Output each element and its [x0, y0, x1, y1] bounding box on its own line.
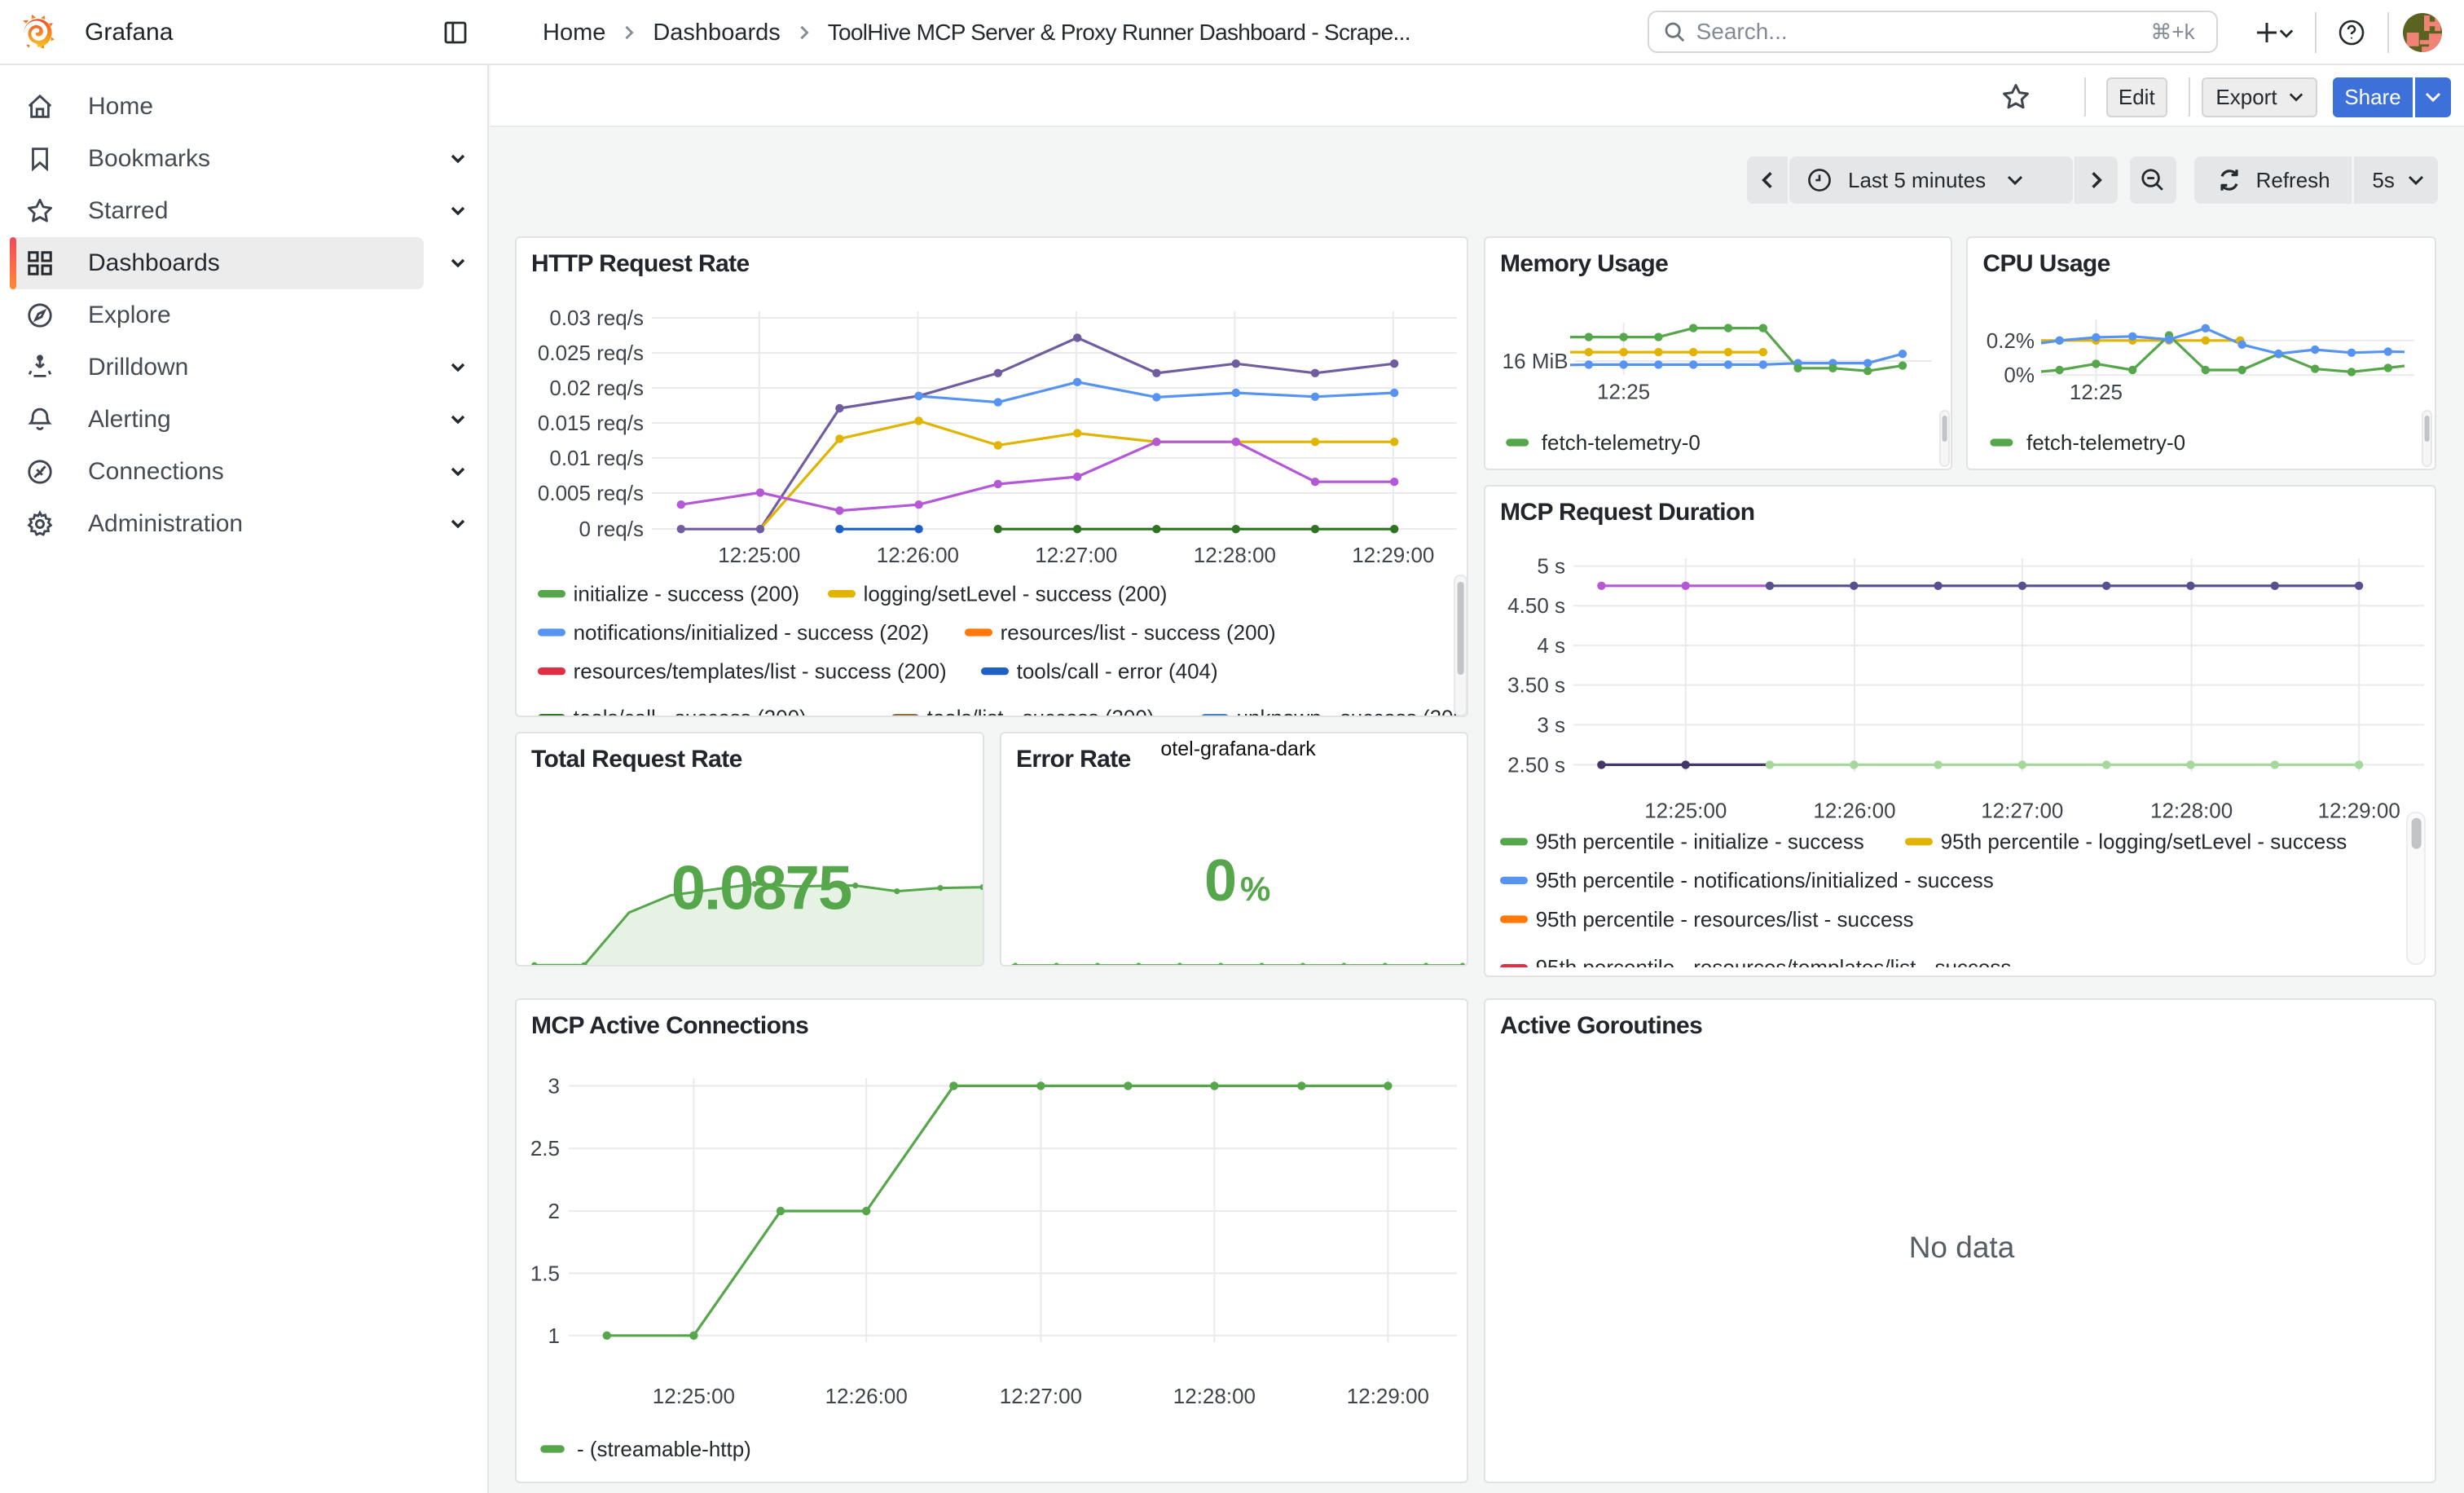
svg-text:1.5: 1.5 [530, 1262, 560, 1286]
svg-text:12:26:00: 12:26:00 [1813, 799, 1895, 823]
svg-text:12:25:00: 12:25:00 [1644, 799, 1727, 823]
svg-text:3: 3 [548, 1074, 560, 1099]
svg-text:0.025 req/s: 0.025 req/s [538, 341, 644, 365]
svg-text:1: 1 [548, 1323, 560, 1348]
svg-text:95th percentile - initialize -: 95th percentile - initialize - success [1536, 830, 1864, 854]
svg-text:16 MiB: 16 MiB [1503, 349, 1569, 373]
svg-text:12:26:00: 12:26:00 [877, 543, 959, 567]
svg-text:0.02 req/s: 0.02 req/s [549, 376, 644, 400]
svg-text:0%: 0% [2004, 363, 2035, 387]
svg-text:95th percentile - notification: 95th percentile - notifications/initiali… [1536, 869, 1994, 893]
svg-text:5 s: 5 s [1537, 554, 1565, 579]
svg-text:4 s: 4 s [1537, 633, 1565, 658]
svg-text:tools/call - success (200): tools/call - success (200) [574, 706, 807, 717]
svg-text:3 s: 3 s [1537, 713, 1565, 738]
svg-text:12:28:00: 12:28:00 [1173, 1384, 1256, 1408]
svg-text:0.0875: 0.0875 [671, 854, 851, 923]
svg-text:0.01 req/s: 0.01 req/s [549, 446, 644, 470]
svg-text:0.005 req/s: 0.005 req/s [538, 481, 644, 505]
svg-text:unknown - success (200): unknown - success (200) [1237, 706, 1468, 717]
svg-text:0.2%: 0.2% [1987, 328, 2035, 353]
svg-text:12:27:00: 12:27:00 [1035, 543, 1117, 567]
svg-text:tools/list - success (200): tools/list - success (200) [927, 706, 1155, 717]
svg-text:resources/templates/list - suc: resources/templates/list - success (200) [574, 658, 947, 683]
svg-text:12:27:00: 12:27:00 [1981, 799, 2063, 823]
svg-text:2.5: 2.5 [530, 1136, 560, 1160]
svg-text:2.50 s: 2.50 s [1507, 753, 1565, 777]
svg-text:95th percentile - logging/setL: 95th percentile - logging/setLevel - suc… [1941, 830, 2347, 854]
svg-text:- (streamable-http): - (streamable-http) [577, 1437, 751, 1461]
svg-text:0.03 req/s: 0.03 req/s [549, 306, 644, 330]
svg-text:%: % [1240, 870, 1270, 908]
svg-text:12:29:00: 12:29:00 [2318, 799, 2400, 823]
svg-text:12:25: 12:25 [1597, 379, 1650, 403]
svg-text:95th percentile - resources/li: 95th percentile - resources/list - succe… [1536, 907, 1914, 931]
svg-text:resources/list - success (200): resources/list - success (200) [1001, 620, 1276, 645]
svg-text:95th percentile - resources/te: 95th percentile - resources/templates/li… [1536, 955, 2012, 967]
svg-text:notifications/initialized - su: notifications/initialized - success (202… [574, 620, 929, 645]
svg-text:2: 2 [548, 1199, 560, 1223]
svg-text:initialize - success (200): initialize - success (200) [574, 581, 799, 606]
svg-text:fetch-telemetry-0: fetch-telemetry-0 [1542, 430, 1701, 455]
svg-text:12:26:00: 12:26:00 [825, 1384, 908, 1408]
svg-text:0.015 req/s: 0.015 req/s [538, 411, 644, 435]
svg-text:12:29:00: 12:29:00 [1347, 1384, 1429, 1408]
svg-text:4.50 s: 4.50 s [1507, 594, 1565, 619]
svg-text:12:25: 12:25 [2070, 380, 2123, 404]
svg-text:0: 0 [1204, 848, 1237, 914]
svg-text:12:28:00: 12:28:00 [1194, 543, 1276, 567]
svg-text:fetch-telemetry-0: fetch-telemetry-0 [2026, 430, 2185, 455]
svg-text:tools/call - error (404): tools/call - error (404) [1017, 658, 1218, 683]
svg-text:12:28:00: 12:28:00 [2150, 799, 2233, 823]
svg-text:12:25:00: 12:25:00 [653, 1384, 735, 1408]
svg-text:12:29:00: 12:29:00 [1352, 543, 1434, 567]
svg-text:logging/setLevel - success (20: logging/setLevel - success (200) [864, 581, 1168, 606]
svg-text:3.50 s: 3.50 s [1507, 673, 1565, 698]
svg-text:12:25:00: 12:25:00 [718, 543, 800, 567]
svg-text:12:27:00: 12:27:00 [1000, 1384, 1082, 1408]
svg-text:0 req/s: 0 req/s [579, 517, 645, 541]
